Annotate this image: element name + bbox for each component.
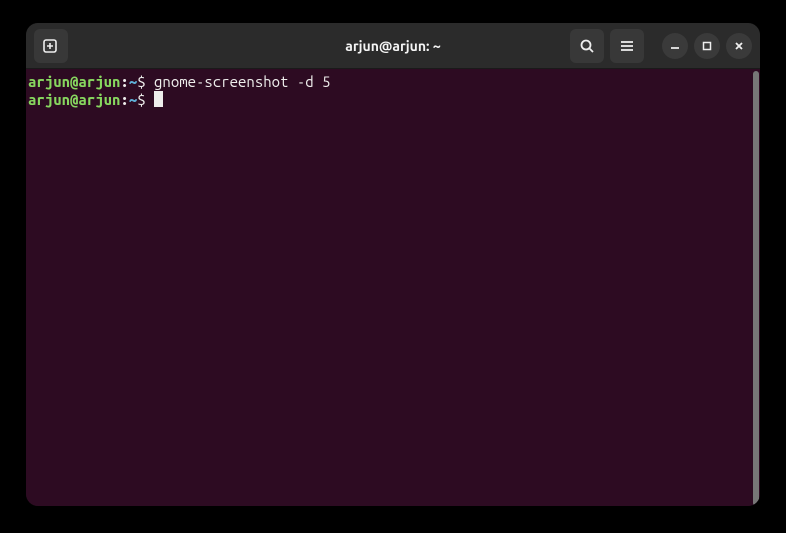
maximize-button[interactable] [694, 33, 720, 59]
close-icon [733, 40, 745, 52]
prompt-colon: : [120, 73, 128, 90]
terminal-line: arjun@arjun:~$ [28, 91, 750, 109]
minimize-icon [669, 40, 681, 52]
prompt-path: ~ [129, 91, 137, 108]
search-icon [579, 38, 595, 54]
hamburger-icon [619, 38, 635, 54]
prompt-dollar: $ [137, 91, 154, 108]
window-title: arjun@arjun: ~ [345, 38, 440, 54]
terminal-area: arjun@arjun:~$ gnome-screenshot -d 5arju… [26, 69, 760, 506]
menu-button[interactable] [610, 29, 644, 63]
titlebar: arjun@arjun: ~ [26, 23, 760, 69]
search-button[interactable] [570, 29, 604, 63]
scroll-thumb[interactable] [753, 71, 759, 506]
prompt-user: arjun@arjun [28, 91, 120, 108]
terminal-line: arjun@arjun:~$ gnome-screenshot -d 5 [28, 73, 750, 91]
scrollbar[interactable] [752, 69, 760, 506]
new-tab-button[interactable] [34, 29, 68, 63]
cursor-block [154, 91, 163, 107]
prompt-path: ~ [129, 73, 137, 90]
command-text: gnome-screenshot -d 5 [154, 73, 330, 90]
prompt-colon: : [120, 91, 128, 108]
close-button[interactable] [726, 33, 752, 59]
new-tab-icon [42, 37, 60, 55]
prompt-dollar: $ [137, 73, 154, 90]
maximize-icon [701, 40, 713, 52]
minimize-button[interactable] [662, 33, 688, 59]
terminal-window: arjun@arjun: ~ [26, 23, 760, 506]
prompt-user: arjun@arjun [28, 73, 120, 90]
terminal-viewport[interactable]: arjun@arjun:~$ gnome-screenshot -d 5arju… [26, 69, 752, 506]
